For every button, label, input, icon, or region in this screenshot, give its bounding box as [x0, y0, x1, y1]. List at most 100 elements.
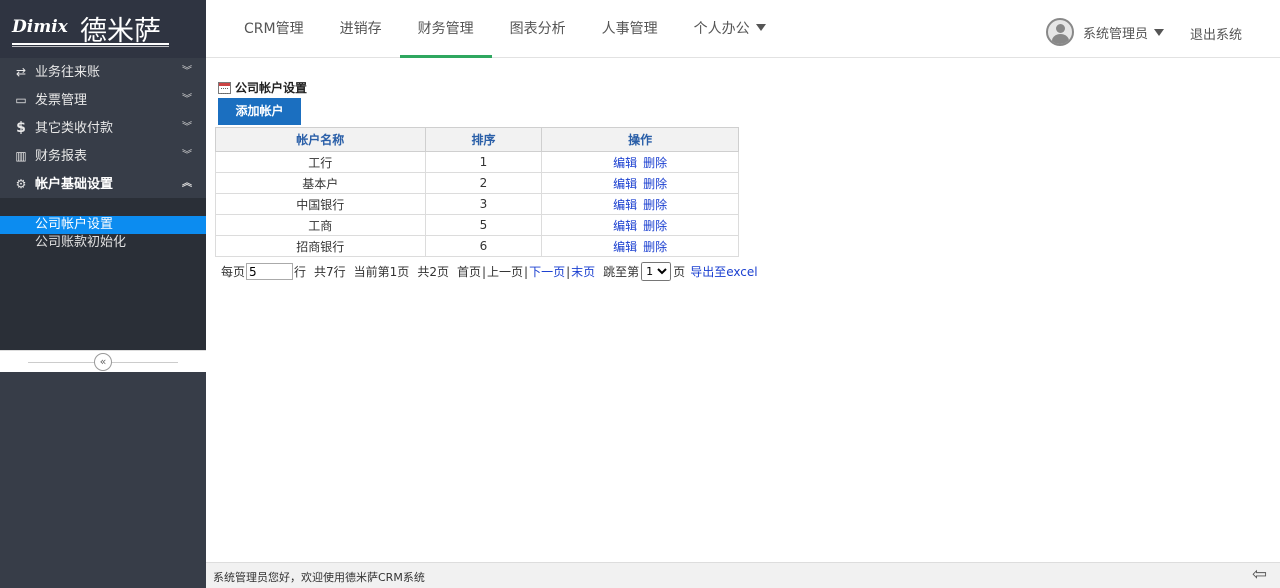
- logo: Dimix 德米萨: [0, 0, 206, 58]
- sidebar-item-invoice[interactable]: ▭ 发票管理 ︾: [0, 86, 206, 114]
- sidebar-item-label: 财务报表: [35, 149, 88, 164]
- chevron-double-down-icon: ︾: [182, 150, 192, 161]
- nav-tab-inventory[interactable]: 进销存: [322, 0, 400, 58]
- nav-tab-finance[interactable]: 财务管理: [399, 0, 492, 58]
- table-row: 工行 1 编辑 删除: [215, 151, 739, 173]
- top-bar: Dimix 德米萨 CRM管理 进销存 财务管理 图表分析 人事管理 个人办公 …: [0, 0, 1280, 58]
- current-page: 当前第1页: [353, 265, 410, 279]
- edit-link[interactable]: 编辑: [613, 240, 637, 254]
- app-root: Dimix 德米萨 CRM管理 进销存 财务管理 图表分析 人事管理 个人办公 …: [0, 0, 1280, 588]
- first-page: 首页: [456, 265, 481, 279]
- actions-cell: 编辑 删除: [541, 172, 739, 194]
- chevron-double-down-icon: ︾: [182, 66, 192, 77]
- page-select[interactable]: 1: [641, 262, 672, 281]
- nav-tab-crm[interactable]: CRM管理: [226, 0, 322, 58]
- separator: |: [481, 264, 487, 279]
- back-arrow-icon[interactable]: ⇦: [1252, 565, 1272, 585]
- actions-cell: 编辑 删除: [541, 214, 739, 236]
- pagination-bar: 每页 行 共7行 当前第1页 共2页 首页 | 上一页 | 下一页 | 末页 跳…: [221, 262, 758, 281]
- user-menu[interactable]: 系统管理员: [1046, 18, 1165, 46]
- jump-label: 跳至第: [603, 265, 640, 279]
- per-page-input[interactable]: [246, 263, 294, 280]
- main-nav: CRM管理 进销存 财务管理 图表分析 人事管理 个人办公: [226, 0, 784, 58]
- column-header-account-name[interactable]: 帐户名称: [215, 127, 426, 152]
- export-excel-link[interactable]: 导出至excel: [690, 263, 757, 280]
- sidebar-item-financial-reports[interactable]: ▥ 财务报表 ︾: [0, 142, 206, 170]
- edit-link[interactable]: 编辑: [613, 177, 637, 191]
- chevron-double-up-icon: ︽: [182, 178, 192, 189]
- delete-link[interactable]: 删除: [643, 240, 667, 254]
- calendar-icon: [218, 81, 231, 94]
- nav-tab-personal-office-label: 个人办公: [693, 21, 750, 37]
- separator: |: [524, 264, 529, 279]
- account-name-cell: 工商: [215, 214, 426, 236]
- caret-down-icon: [755, 24, 766, 31]
- welcome-message: 系统管理员您好，欢迎使用德米萨CRM系统: [213, 571, 425, 584]
- next-page-link[interactable]: 下一页: [529, 263, 565, 280]
- sidebar-item-account-settings[interactable]: ⚙ 帐户基础设置 ︽: [0, 170, 206, 198]
- logo-underline: [12, 43, 169, 45]
- account-settings-submenu: 公司帐户设置 公司账款初始化: [0, 198, 206, 350]
- bar-chart-icon: ▥: [15, 149, 27, 163]
- order-cell: 6: [424, 235, 543, 257]
- sidebar-item-label: 发票管理: [35, 93, 88, 108]
- sidebar-item-label: 帐户基础设置: [35, 177, 114, 192]
- delete-link[interactable]: 删除: [643, 177, 667, 191]
- delete-link[interactable]: 删除: [643, 219, 667, 233]
- submenu-account-init[interactable]: 公司账款初始化: [0, 234, 206, 252]
- rows-label: 行: [294, 265, 307, 279]
- table-row: 工商 5 编辑 删除: [215, 214, 739, 236]
- add-account-button[interactable]: 添加帐户: [218, 98, 301, 125]
- sidebar-collapse-bar: «: [0, 350, 206, 372]
- chevron-double-down-icon: ︾: [182, 122, 192, 133]
- delete-link[interactable]: 删除: [643, 198, 667, 212]
- main-content: 公司帐户设置 添加帐户 帐户名称 排序 操作 工行 1 编辑 删除 基本户 2 …: [206, 58, 1280, 562]
- column-header-actions: 操作: [541, 127, 739, 152]
- sidebar: ⇄ 业务往来账 ︾ ▭ 发票管理 ︾ $ 其它类收付款 ︾ ▥ 财务报表 ︾ ⚙ 帐户基础…: [0, 58, 206, 588]
- accounts-table: 帐户名称 排序 操作 工行 1 编辑 删除 基本户 2 编辑 删除 中国银行 3…: [215, 127, 739, 257]
- edit-link[interactable]: 编辑: [613, 198, 637, 212]
- exchange-icon: ⇄: [15, 65, 27, 79]
- edit-link[interactable]: 编辑: [613, 156, 637, 170]
- page-title-text: 公司帐户设置: [235, 81, 308, 95]
- logo-latin-text: Dimix: [12, 17, 68, 37]
- edit-link[interactable]: 编辑: [613, 219, 637, 233]
- actions-cell: 编辑 删除: [541, 193, 739, 215]
- delete-link[interactable]: 删除: [643, 156, 667, 170]
- total-pages: 共2页: [417, 265, 449, 279]
- account-name-cell: 中国银行: [215, 193, 426, 215]
- user-avatar-icon: [1046, 18, 1074, 46]
- nav-tab-personal-office[interactable]: 个人办公: [676, 0, 784, 58]
- page-title: 公司帐户设置: [218, 79, 307, 96]
- actions-cell: 编辑 删除: [541, 151, 739, 173]
- logout-link[interactable]: 退出系统: [1190, 24, 1242, 43]
- nav-tab-hr[interactable]: 人事管理: [584, 0, 676, 58]
- page-label: 页: [673, 265, 686, 279]
- per-page-label: 每页: [221, 265, 246, 279]
- submenu-company-accounts[interactable]: 公司帐户设置: [0, 216, 206, 234]
- collapse-sidebar-button[interactable]: «: [94, 353, 112, 371]
- total-rows: 共7行: [314, 265, 346, 279]
- sidebar-item-label: 其它类收付款: [35, 121, 114, 136]
- chevron-double-down-icon: ︾: [182, 94, 192, 105]
- account-name-cell: 基本户: [215, 172, 426, 194]
- table-row: 中国银行 3 编辑 删除: [215, 193, 739, 215]
- caret-down-icon: [1154, 28, 1165, 36]
- sidebar-item-label: 业务往来账: [35, 65, 101, 80]
- gear-icon: ⚙: [15, 177, 27, 191]
- order-cell: 3: [424, 193, 543, 215]
- order-cell: 5: [424, 214, 543, 236]
- order-cell: 1: [424, 151, 543, 173]
- prev-page: 上一页: [487, 265, 524, 279]
- nav-tab-charts[interactable]: 图表分析: [492, 0, 584, 58]
- sidebar-item-other-payments[interactable]: $ 其它类收付款 ︾: [0, 114, 206, 142]
- order-cell: 2: [424, 172, 543, 194]
- status-bar: 系统管理员您好，欢迎使用德米萨CRM系统 ⇦: [206, 562, 1280, 588]
- column-header-order[interactable]: 排序: [424, 127, 543, 152]
- account-name-cell: 工行: [215, 151, 426, 173]
- last-page-link[interactable]: 末页: [571, 263, 595, 280]
- sidebar-item-business-accounts[interactable]: ⇄ 业务往来账 ︾: [0, 58, 206, 86]
- user-name: 系统管理员: [1083, 26, 1149, 42]
- table-header-row: 帐户名称 排序 操作: [215, 127, 739, 152]
- logo-underline-thin: [12, 46, 169, 47]
